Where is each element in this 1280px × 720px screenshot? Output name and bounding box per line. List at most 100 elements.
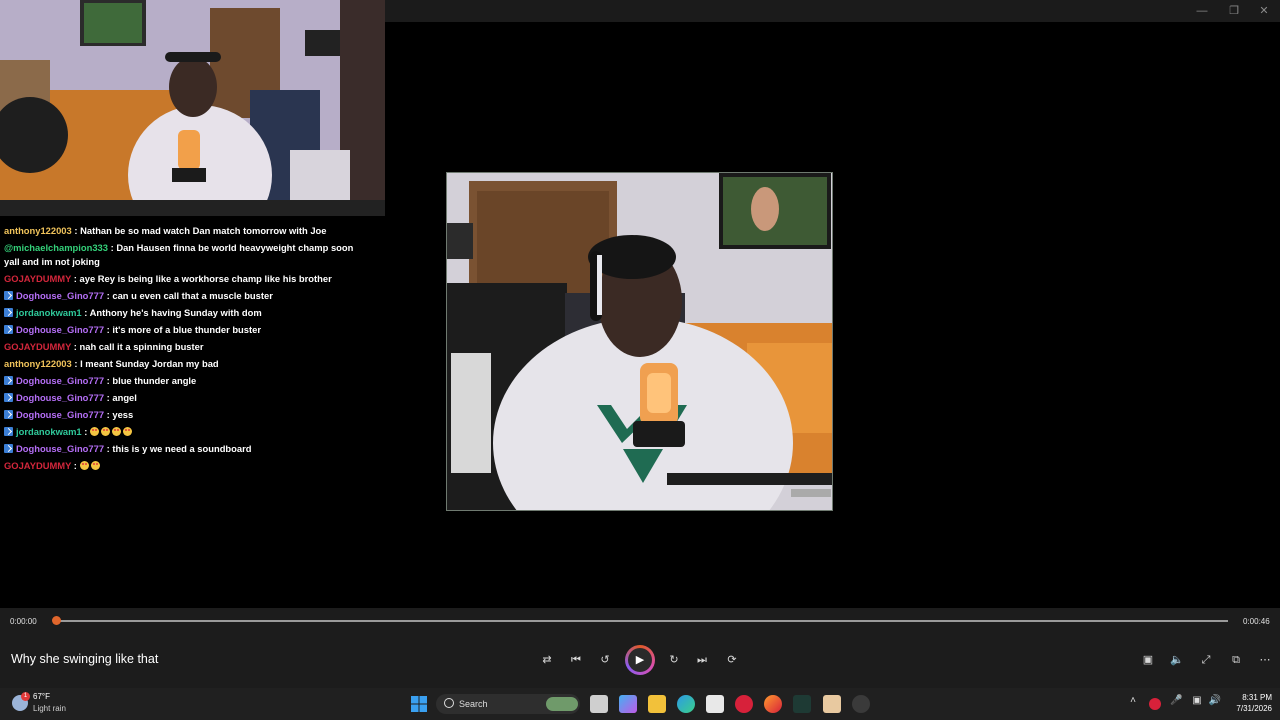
chat-message: Doghouse_Gino777 : blue thunder angle: [0, 372, 385, 389]
chat-message: @michaelchampion333 : Dan Hausen finna b…: [0, 239, 354, 270]
start-icon[interactable]: [410, 695, 428, 713]
seek-bar[interactable]: [52, 616, 1228, 625]
subscriber-badge-icon: [4, 376, 13, 385]
chat-username[interactable]: @michaelchampion333: [4, 242, 108, 253]
chat-message: jordanokwam1 : Anthony he's having Sunda…: [0, 304, 385, 321]
chat-message: Doghouse_Gino777 : can u even call that …: [0, 287, 385, 304]
close-icon[interactable]: ✕: [1249, 2, 1279, 20]
search-highlight-icon: [546, 697, 578, 711]
skip-back-10-icon[interactable]: ↺: [597, 652, 613, 668]
chat-text: : angel: [104, 392, 137, 403]
chat-username[interactable]: Doghouse_Gino777: [16, 290, 104, 301]
search-label: Search: [459, 699, 488, 709]
taskbar-search[interactable]: Search: [436, 694, 580, 714]
seek-thumb[interactable]: [52, 616, 61, 625]
chat-text: :: [81, 426, 90, 437]
media-player-icon[interactable]: [852, 695, 870, 713]
chat-username[interactable]: Doghouse_Gino777: [16, 409, 104, 420]
title-bar: — ❐ ✕: [385, 0, 1280, 22]
chat-message: Doghouse_Gino777 : angel: [0, 389, 385, 406]
webcam-overlay: [0, 0, 385, 216]
mini-player-icon[interactable]: ⧉: [1228, 652, 1244, 668]
heart-eyes-emoji-icon: [112, 427, 121, 436]
volume-icon[interactable]: 🔈: [1169, 652, 1185, 668]
chat-username[interactable]: GOJAYDUMMY: [4, 460, 71, 471]
chat-message: GOJAYDUMMY : nah call it a spinning bust…: [0, 338, 385, 355]
fullscreen-icon[interactable]: ⤢: [1198, 652, 1214, 668]
subscriber-badge-icon: [4, 444, 13, 453]
media-player-window: — ❐ ✕ anthony122003 : Nathan be so mad w…: [0, 0, 1280, 688]
chat-text: : can u even call that a muscle buster: [104, 290, 273, 301]
file-explorer-icon[interactable]: [648, 695, 666, 713]
chat-message: GOJAYDUMMY :: [0, 457, 385, 474]
chat-username[interactable]: jordanokwam1: [16, 307, 82, 318]
next-icon[interactable]: ⏭: [694, 652, 710, 668]
video-title: Why she swinging like that: [11, 652, 159, 666]
play-button[interactable]: ▶: [625, 645, 655, 675]
subscriber-badge-icon: [4, 393, 13, 402]
chat-message: Doghouse_Gino777 : this is y we need a s…: [0, 440, 385, 457]
previous-icon[interactable]: ⏮: [568, 652, 584, 668]
store-icon[interactable]: [706, 695, 724, 713]
chat-message: anthony122003 : Nathan be so mad watch D…: [0, 222, 385, 239]
firefox-icon[interactable]: [764, 695, 782, 713]
chat-message: jordanokwam1 :: [0, 423, 385, 440]
chat-username[interactable]: GOJAYDUMMY: [4, 341, 71, 352]
clock-date: 7/31/2026: [1236, 704, 1272, 713]
microphone-icon[interactable]: 🎤: [1170, 695, 1182, 713]
heart-eyes-emoji-icon: [90, 461, 100, 470]
chat-username[interactable]: Doghouse_Gino777: [16, 443, 104, 454]
chat-text: : I meant Sunday Jordan my bad: [71, 358, 219, 369]
chat-username[interactable]: Doghouse_Gino777: [16, 375, 104, 386]
chat-username[interactable]: jordanokwam1: [16, 426, 82, 437]
chevron-up-icon[interactable]: ˄: [1127, 695, 1139, 713]
chat-username[interactable]: Doghouse_Gino777: [16, 324, 104, 335]
weather-widget[interactable]: 1 67°F Light rain: [10, 691, 90, 717]
more-options-icon[interactable]: ⋯: [1257, 652, 1273, 668]
clock[interactable]: 8:31 PM 7/31/2026: [1226, 692, 1272, 714]
skip-forward-30-icon[interactable]: ↻: [666, 652, 682, 668]
subscriber-badge-icon: [4, 308, 13, 317]
task-view-icon[interactable]: [590, 695, 608, 713]
volume-tray-icon[interactable]: 🔊: [1208, 695, 1222, 713]
heart-eyes-emoji-icon: [101, 427, 110, 436]
subscriber-badge-icon: [4, 291, 13, 300]
chat-text: : blue thunder angle: [104, 375, 197, 386]
chat-text: :: [71, 460, 80, 471]
subscriber-badge-icon: [4, 325, 13, 334]
chat-text: : Anthony he's having Sunday with dom: [81, 307, 262, 318]
chat-text: : nah call it a spinning buster: [71, 341, 204, 352]
chat-log: anthony122003 : Nathan be so mad watch D…: [0, 222, 385, 474]
weather-badge: 1: [21, 692, 30, 701]
network-icon[interactable]: ▣: [1190, 695, 1204, 713]
repeat-off-icon[interactable]: ⟳: [724, 652, 740, 668]
subscriber-badge-icon: [4, 427, 13, 436]
play-icon: ▶: [628, 648, 652, 672]
taskbar: 1 67°F Light rain Search ˄ 🎤 ▣ 🔊 8:31 PM…: [0, 688, 1280, 720]
opera-icon[interactable]: [735, 695, 753, 713]
player-controls: 0:00:00 0:00:46 Why she swinging like th…: [0, 608, 1280, 688]
subtitles-icon[interactable]: ▣: [1140, 652, 1156, 668]
heart-eyes-emoji-icon: [123, 427, 132, 436]
weather-desc: Light rain: [33, 704, 66, 713]
chat-username[interactable]: GOJAYDUMMY: [4, 273, 71, 284]
tray-app-icon[interactable]: [1149, 698, 1161, 710]
chat-text: : yess: [104, 409, 134, 420]
shuffle-icon[interactable]: ⇄: [539, 652, 555, 668]
restore-icon[interactable]: ❐: [1219, 2, 1249, 20]
subscriber-badge-icon: [4, 410, 13, 419]
search-icon: [444, 698, 454, 708]
duration: 0:00:46: [1243, 617, 1270, 626]
recording-app-icon[interactable]: [823, 695, 841, 713]
chat-username[interactable]: anthony122003: [4, 225, 72, 236]
chat-username[interactable]: Doghouse_Gino777: [16, 392, 104, 403]
clock-time: 8:31 PM: [1242, 693, 1272, 702]
edge-icon[interactable]: [677, 695, 695, 713]
chat-username[interactable]: anthony122003: [4, 358, 72, 369]
heart-eyes-emoji-icon: [79, 461, 89, 470]
copilot-icon[interactable]: [619, 695, 637, 713]
minimize-icon[interactable]: —: [1187, 2, 1217, 20]
heart-eyes-emoji-icon: [90, 427, 99, 436]
chat-text: : it's more of a blue thunder buster: [104, 324, 261, 335]
terminal-icon[interactable]: [793, 695, 811, 713]
